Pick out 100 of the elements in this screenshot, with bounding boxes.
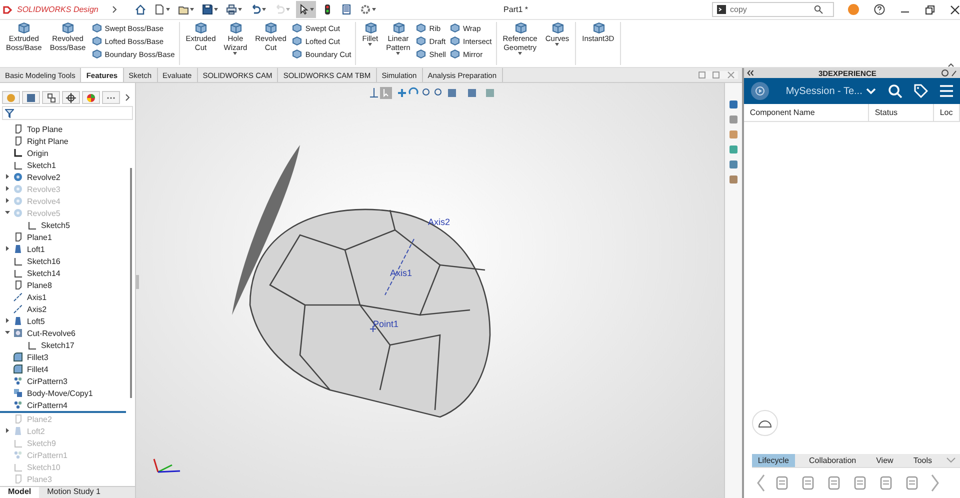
search-icon[interactable] <box>888 84 902 98</box>
axis-line[interactable] <box>384 238 414 296</box>
tag-icon[interactable] <box>914 84 928 98</box>
expand-arrow-icon[interactable] <box>5 186 10 190</box>
collapse-ribbon-icon[interactable] <box>948 63 954 67</box>
cube-icon <box>292 36 302 46</box>
cube-icon <box>416 23 426 33</box>
expand-arrow-icon[interactable] <box>5 246 10 250</box>
collapse-arrow-icon[interactable] <box>5 210 10 214</box>
cube-icon <box>416 49 426 59</box>
tree-item[interactable]: Plane8 <box>27 280 52 290</box>
tree-item[interactable]: Sketch16 <box>27 256 60 266</box>
pattern-icon <box>13 450 23 460</box>
sketch-icon <box>13 438 23 448</box>
panel-tab[interactable] <box>42 91 60 104</box>
cube-icon <box>92 49 102 59</box>
tree-item[interactable]: Cut-Revolve6 <box>27 328 76 338</box>
panel-tab[interactable]: Collaboration <box>802 454 862 467</box>
tree-item[interactable]: Axis2 <box>27 304 47 314</box>
help-icon[interactable] <box>874 4 885 15</box>
caret-icon[interactable] <box>368 43 372 46</box>
column-header[interactable]: Component Name <box>744 104 869 121</box>
search-icon[interactable] <box>814 5 823 14</box>
caret-icon[interactable] <box>518 52 522 55</box>
tree-item[interactable]: Sketch1 <box>27 160 56 170</box>
expand-arrow-icon[interactable] <box>5 428 10 432</box>
tree-item[interactable]: Top Plane <box>27 124 63 134</box>
cube-icon <box>450 36 460 46</box>
list-icon <box>26 92 36 102</box>
cube-icon <box>264 22 278 34</box>
caret-icon[interactable] <box>396 52 400 55</box>
session-dropdown[interactable]: MySession - Te... <box>786 86 862 96</box>
origin-icon <box>13 148 23 158</box>
expand-arrow-icon[interactable] <box>5 174 10 178</box>
ball-model-drawing[interactable] <box>232 145 491 418</box>
tree-item[interactable]: Body-Move/Copy1 <box>27 388 93 398</box>
caret-icon[interactable] <box>233 52 238 55</box>
sketch-icon <box>13 462 23 472</box>
tree-item[interactable]: CirPattern4 <box>27 400 68 410</box>
cube-icon <box>17 22 30 34</box>
cube-icon <box>416 36 426 46</box>
tree-item[interactable]: CirPattern3 <box>27 376 68 386</box>
panel-tab[interactable]: Tools <box>907 454 938 467</box>
tree-item[interactable]: Axis1 <box>27 292 47 302</box>
triad-icon[interactable] <box>153 458 180 473</box>
reference-label[interactable]: Point1 <box>373 319 399 329</box>
collapse-panel-icon[interactable] <box>746 70 754 76</box>
expand-arrow-icon[interactable] <box>5 318 10 322</box>
disc-icon <box>6 92 16 102</box>
configuration-icon <box>46 92 56 102</box>
collapse-arrow-icon[interactable] <box>5 330 10 334</box>
column-header[interactable]: Status <box>868 104 934 121</box>
panel-tab[interactable]: View <box>870 454 900 467</box>
filter-icon[interactable] <box>5 108 14 118</box>
cube-icon <box>364 22 377 34</box>
tree-item[interactable]: Plane1 <box>27 232 52 242</box>
select-cursor-icon[interactable] <box>296 1 316 18</box>
cube-icon <box>92 23 102 33</box>
tree-item[interactable]: Origin <box>27 148 48 158</box>
splitter-handle[interactable] <box>136 275 139 289</box>
cube-icon <box>92 36 102 46</box>
model-tab[interactable]: Model <box>0 487 40 498</box>
reference-label[interactable]: Axis2 <box>428 217 450 227</box>
search-bar[interactable]: copy <box>712 2 834 17</box>
loft-icon <box>13 244 23 254</box>
panel-tab[interactable] <box>62 91 80 104</box>
close-icon[interactable] <box>950 4 960 14</box>
cube-icon <box>514 22 527 34</box>
tree-item[interactable]: Fillet3 <box>27 352 48 362</box>
tree-item[interactable]: Sketch14 <box>27 268 60 278</box>
caret-icon[interactable] <box>555 43 560 46</box>
column-header[interactable]: Loc <box>934 104 960 121</box>
cube-icon <box>228 22 242 34</box>
panel-tab[interactable]: Lifecycle <box>752 454 795 467</box>
sketch-icon <box>13 160 23 170</box>
helmet-icon[interactable] <box>752 410 778 436</box>
menu-icon[interactable] <box>940 85 954 97</box>
app-name: SOLIDWORKS Design <box>17 5 98 14</box>
restore-icon[interactable] <box>925 4 935 14</box>
sketch-icon <box>27 340 37 350</box>
cube-icon <box>592 22 605 34</box>
scrollbar[interactable] <box>130 168 132 398</box>
tree-item[interactable]: Sketch17 <box>41 340 74 350</box>
tree-item[interactable]: Right Plane <box>27 136 68 146</box>
point-marker-icon[interactable] <box>370 326 376 332</box>
compass-icon[interactable] <box>750 81 770 101</box>
reference-label[interactable]: Axis1 <box>390 268 412 278</box>
model-tab[interactable]: Motion Study 1 <box>39 487 108 498</box>
tree-item[interactable]: Loft1 <box>27 244 45 254</box>
cut-icon <box>13 328 23 338</box>
tree-item[interactable]: Sketch5 <box>41 220 70 230</box>
color-wheel-icon <box>86 92 96 102</box>
tree-item[interactable]: Fillet4 <box>27 364 48 374</box>
expand-arrow-icon[interactable] <box>5 198 10 202</box>
chevron-down-icon[interactable] <box>866 86 876 96</box>
tree-item[interactable]: Revolve2 <box>27 172 60 182</box>
tree-item[interactable]: Loft5 <box>27 316 45 326</box>
chevron-right-icon[interactable] <box>112 6 118 13</box>
crosshair-icon <box>66 92 76 102</box>
window-controls-icon[interactable] <box>698 71 738 79</box>
